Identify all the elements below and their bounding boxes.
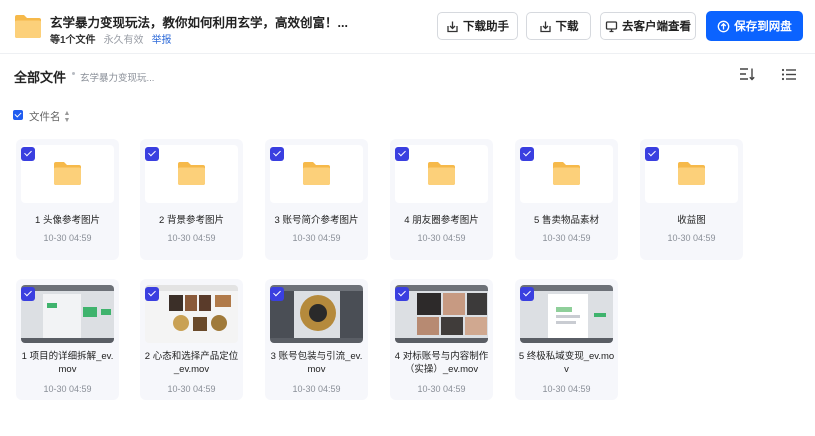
- sort-icon[interactable]: [739, 67, 755, 81]
- download-helper-button[interactable]: 下载助手: [437, 12, 518, 40]
- column-header-name[interactable]: 文件名 ▲ ▼: [29, 109, 70, 124]
- folder-icon: [553, 162, 580, 185]
- file-date: 10-30 04:59: [542, 384, 591, 394]
- item-checkbox[interactable]: [270, 147, 284, 161]
- file-name: 1 项目的详细拆解_ev.mov: [21, 351, 114, 375]
- breadcrumb-root[interactable]: 全部文件: [14, 67, 66, 86]
- file-name: 2 背景参考图片: [159, 215, 224, 226]
- file-name: 3 账号简介参考图片: [274, 215, 359, 226]
- sort-caret-icon: ▲ ▼: [63, 109, 71, 124]
- file-name: 4 朋友圈参考图片: [404, 215, 479, 226]
- breadcrumb-current: 玄学暴力变现玩...: [80, 73, 155, 84]
- file-count: 等1个文件: [50, 35, 96, 46]
- monitor-icon: [605, 20, 618, 32]
- breadcrumb-separator: [72, 72, 75, 75]
- folder-icon: [303, 162, 330, 185]
- folder-icon: [15, 15, 41, 38]
- report-link[interactable]: 举报: [152, 31, 172, 46]
- folder-icon: [428, 162, 455, 185]
- item-checkbox[interactable]: [145, 147, 159, 161]
- folder-card[interactable]: 4 朋友圈参考图片 10-30 04:59: [390, 139, 493, 260]
- file-date: 10-30 04:59: [417, 233, 466, 243]
- file-date: 10-30 04:59: [167, 384, 216, 394]
- file-name: 5 终极私域变现_ev.mov: [518, 351, 615, 375]
- share-meta: 等1个文件 永久有效 举报: [50, 31, 172, 46]
- folder-card[interactable]: 2 背景参考图片 10-30 04:59: [140, 139, 243, 260]
- select-all-checkbox[interactable]: [13, 110, 23, 120]
- list-view-icon[interactable]: [781, 68, 797, 81]
- folder-icon: [54, 162, 81, 185]
- video-card[interactable]: 2 心态和选择产品定位_ev.mov 10-30 04:59: [140, 279, 243, 400]
- download-icon: [539, 21, 551, 32]
- save-to-drive-label: 保存到网盘: [734, 21, 792, 33]
- file-date: 10-30 04:59: [667, 233, 716, 243]
- video-card[interactable]: 5 终极私域变现_ev.mov 10-30 04:59: [515, 279, 618, 400]
- file-name: 4 对标账号与内容制作（实操）_ev.mov: [394, 351, 489, 375]
- folder-card[interactable]: 收益图 10-30 04:59: [640, 139, 743, 260]
- download-label: 下载: [555, 21, 579, 33]
- file-name: 收益图: [677, 215, 706, 226]
- download-button[interactable]: 下载: [526, 12, 591, 40]
- item-checkbox[interactable]: [520, 147, 534, 161]
- item-checkbox[interactable]: [21, 287, 35, 301]
- file-date: 10-30 04:59: [43, 233, 92, 243]
- open-client-label: 去客户端查看: [622, 21, 691, 33]
- file-date: 10-30 04:59: [417, 384, 466, 394]
- file-date: 10-30 04:59: [542, 233, 591, 243]
- file-date: 10-30 04:59: [167, 233, 216, 243]
- folder-icon: [678, 162, 705, 185]
- video-card[interactable]: 3 账号包装与引流_ev.mov 10-30 04:59: [265, 279, 368, 400]
- cloud-upload-icon: [717, 20, 730, 32]
- share-header: 玄学暴力变现玩法，教你如何利用玄学，高效创富！... 等1个文件 永久有效 举报…: [0, 0, 815, 54]
- item-checkbox[interactable]: [21, 147, 35, 161]
- video-card[interactable]: 4 对标账号与内容制作（实操）_ev.mov 10-30 04:59: [390, 279, 493, 400]
- validity-text: 永久有效: [103, 35, 144, 46]
- video-card[interactable]: 1 项目的详细拆解_ev.mov 10-30 04:59: [16, 279, 119, 400]
- item-checkbox[interactable]: [270, 287, 284, 301]
- open-client-button[interactable]: 去客户端查看: [600, 12, 696, 40]
- item-checkbox[interactable]: [520, 287, 534, 301]
- column-name-label: 文件名: [29, 111, 61, 123]
- file-name: 2 心态和选择产品定位_ev.mov: [144, 351, 239, 375]
- download-icon: [447, 21, 458, 32]
- share-title: 玄学暴力变现玩法，教你如何利用玄学，高效创富！...: [50, 16, 348, 30]
- item-checkbox[interactable]: [145, 287, 159, 301]
- file-name: 3 账号包装与引流_ev.mov: [270, 351, 363, 375]
- file-date: 10-30 04:59: [43, 384, 92, 394]
- folder-card[interactable]: 1 头像参考图片 10-30 04:59: [16, 139, 119, 260]
- save-to-drive-button[interactable]: 保存到网盘: [706, 11, 803, 41]
- file-date: 10-30 04:59: [292, 233, 341, 243]
- file-name: 5 售卖物品素材: [534, 215, 599, 226]
- folder-card[interactable]: 5 售卖物品素材 10-30 04:59: [515, 139, 618, 260]
- item-checkbox[interactable]: [645, 147, 659, 161]
- download-helper-label: 下载助手: [463, 21, 509, 33]
- item-checkbox[interactable]: [395, 287, 409, 301]
- folder-card[interactable]: 3 账号简介参考图片 10-30 04:59: [265, 139, 368, 260]
- file-name: 1 头像参考图片: [35, 215, 100, 226]
- item-checkbox[interactable]: [395, 147, 409, 161]
- folder-icon: [178, 162, 205, 185]
- file-date: 10-30 04:59: [292, 384, 341, 394]
